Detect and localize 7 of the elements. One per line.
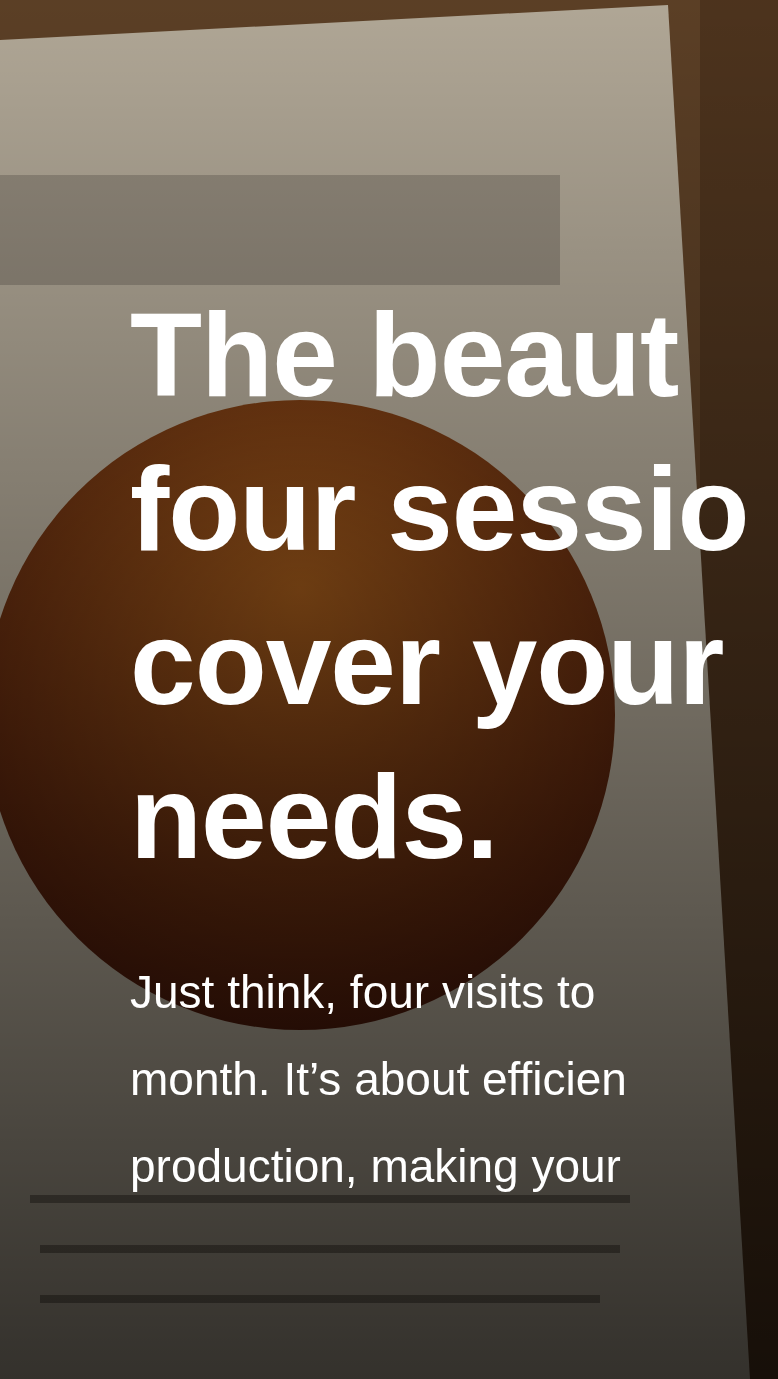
heading-line: needs. bbox=[130, 750, 498, 885]
heading-line: The beaut bbox=[130, 288, 679, 423]
body-text-line: month. It’s about efficien bbox=[130, 1052, 627, 1107]
body-text-line: production, making your bbox=[130, 1139, 621, 1194]
heading-line: four sessio bbox=[130, 442, 749, 577]
heading-line: cover your bbox=[130, 596, 724, 731]
body-text-line: Just think, four visits to bbox=[130, 965, 596, 1020]
